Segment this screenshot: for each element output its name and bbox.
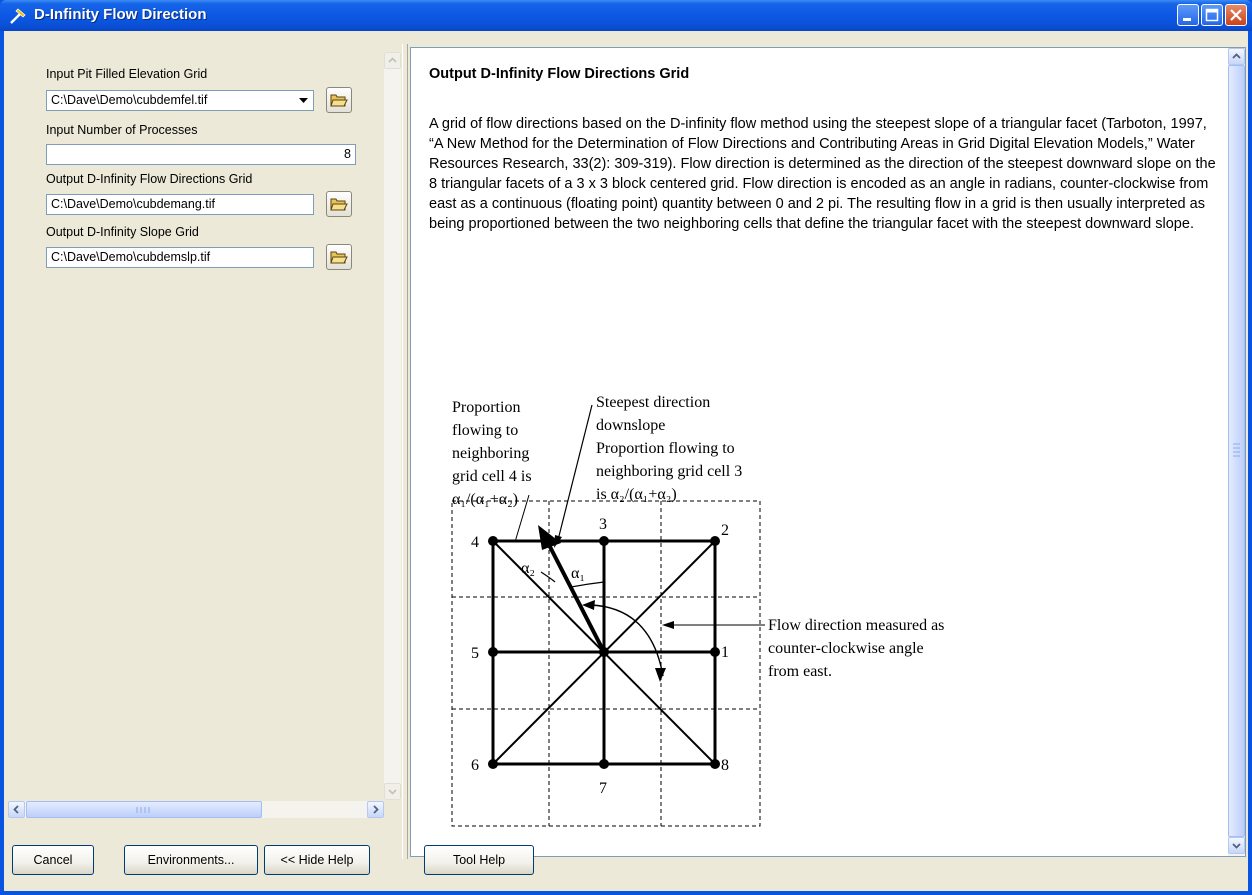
hammer-icon	[10, 8, 26, 24]
right-note-line-2: counter-clockwise angle	[768, 640, 924, 657]
combo-dropdown-button[interactable]	[295, 92, 312, 109]
browse-slope-button[interactable]	[326, 244, 352, 270]
maximize-button[interactable]	[1201, 4, 1223, 26]
mid-note-line-2: neighboring grid cell 3	[596, 463, 742, 480]
left-note-line-2: flowing to	[452, 422, 518, 439]
cell-number-5: 5	[471, 645, 479, 662]
cell-number-4: 4	[471, 534, 479, 551]
processes-value: 8	[344, 147, 351, 161]
flow-directions-label: Output D-Infinity Flow Directions Grid	[46, 172, 253, 186]
elevation-grid-label: Input Pit Filled Elevation Grid	[46, 67, 208, 81]
tool-help-button[interactable]: Tool Help	[424, 845, 534, 875]
browse-flow-directions-button[interactable]	[326, 191, 352, 217]
environments-button[interactable]: Environments...	[124, 845, 258, 875]
open-folder-icon	[330, 198, 348, 211]
chevron-down-icon	[388, 789, 397, 795]
minimize-button[interactable]	[1177, 4, 1199, 26]
chevron-right-icon	[373, 805, 379, 814]
processes-label: Input Number of Processes	[46, 123, 198, 137]
open-folder-icon	[330, 251, 348, 264]
browse-elevation-button[interactable]	[326, 87, 352, 113]
slope-grid-value: C:\Dave\Demo\cubdemslp.tif	[51, 250, 211, 264]
pane-splitter[interactable]	[402, 44, 408, 859]
elevation-grid-value: C:\Dave\Demo\cubdemfel.tif	[51, 93, 208, 107]
help-scroll-thumb[interactable]	[1228, 65, 1245, 837]
grip-icon	[1233, 443, 1240, 457]
close-button[interactable]	[1225, 4, 1247, 26]
help-scroll-down-button[interactable]	[1228, 837, 1245, 854]
cell-number-6: 6	[471, 757, 479, 774]
alpha-2-label: α₂	[521, 560, 535, 577]
chevron-left-icon	[13, 805, 19, 814]
flow-direction-diagram: 1 2 3 4 5 6 7 8 α₂ α₁ Proportion flowing…	[451, 394, 944, 827]
cell-number-7: 7	[599, 780, 607, 797]
left-scroll-up-button[interactable]	[384, 52, 401, 69]
top-note-line-1: Steepest direction	[596, 394, 710, 411]
open-folder-icon	[330, 94, 348, 107]
chevron-down-icon	[1232, 843, 1241, 849]
elevation-grid-combo[interactable]: C:\Dave\Demo\cubdemfel.tif	[46, 90, 314, 111]
cell-number-3: 3	[599, 516, 607, 533]
left-note-line-5: α₁/(α₁+α₂)	[452, 491, 518, 508]
right-note-line-1: Flow direction measured as	[768, 617, 944, 634]
left-scroll-right-button[interactable]	[367, 801, 384, 818]
flow-directions-value: C:\Dave\Demo\cubdemang.tif	[51, 197, 215, 211]
cell-number-8: 8	[721, 757, 729, 774]
chevron-up-icon	[1232, 53, 1241, 59]
left-horizontal-scroll-thumb[interactable]	[26, 801, 262, 818]
cell-number-2: 2	[721, 522, 729, 539]
hide-help-button[interactable]: << Hide Help	[264, 845, 370, 875]
left-scroll-down-button[interactable]	[384, 783, 401, 800]
grip-icon	[136, 807, 150, 813]
window-title: D-Infinity Flow Direction	[34, 6, 207, 23]
slope-grid-label: Output D-Infinity Slope Grid	[46, 225, 199, 239]
dialog-client-area: Input Pit Filled Elevation Grid C:\Dave\…	[4, 31, 1248, 891]
left-note-line-1: Proportion	[452, 399, 520, 416]
title-bar[interactable]: D-Infinity Flow Direction	[0, 0, 1252, 31]
mid-note-line-1: Proportion flowing to	[596, 440, 735, 457]
chevron-up-icon	[388, 57, 397, 63]
dialog-window: D-Infinity Flow Direction Input Pit Fill…	[0, 0, 1252, 895]
minimize-icon	[1183, 18, 1191, 21]
flow-directions-input[interactable]: C:\Dave\Demo\cubdemang.tif	[46, 194, 314, 215]
cancel-button[interactable]: Cancel	[12, 845, 94, 875]
help-panel: Output D-Infinity Flow Directions Grid A…	[410, 47, 1246, 857]
slope-grid-input[interactable]: C:\Dave\Demo\cubdemslp.tif	[46, 247, 314, 268]
chevron-down-icon	[299, 98, 308, 103]
cell-number-1: 1	[721, 644, 729, 661]
help-scroll-up-button[interactable]	[1228, 48, 1245, 65]
right-note-line-3: from east.	[768, 663, 832, 680]
processes-input[interactable]: 8	[46, 144, 356, 165]
maximize-icon	[1205, 8, 1219, 22]
top-note-line-2: downslope	[596, 417, 665, 434]
left-note-line-4: grid cell 4 is	[452, 468, 532, 485]
mid-note-line-3: is α₂/(α₁+α₂)	[596, 486, 677, 503]
parameters-panel: Input Pit Filled Elevation Grid C:\Dave\…	[4, 44, 402, 859]
alpha-1-label: α₁	[571, 565, 585, 582]
left-note-line-3: neighboring	[452, 445, 529, 462]
left-vertical-scrollbar[interactable]	[384, 52, 401, 800]
left-scroll-left-button[interactable]	[8, 801, 25, 818]
close-icon	[1230, 9, 1242, 21]
